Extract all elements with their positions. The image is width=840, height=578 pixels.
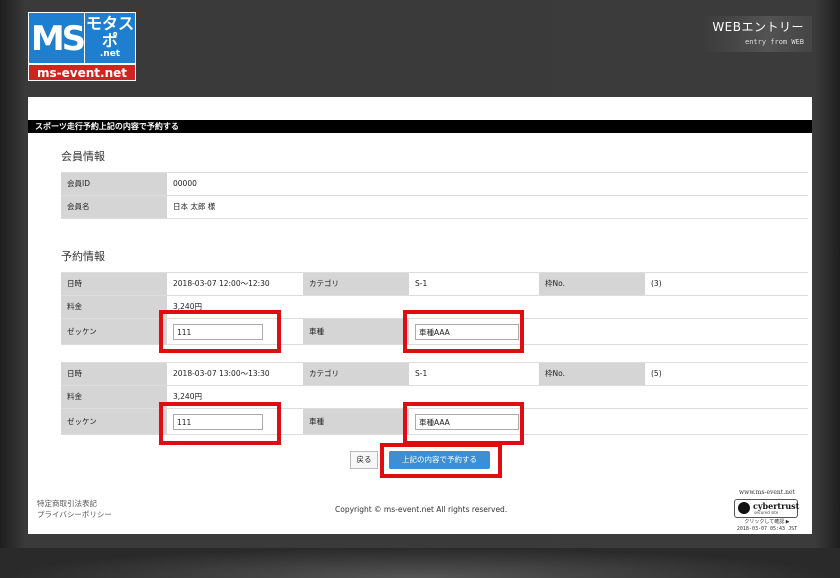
content-panel: スポーツ走行予約上記の内容で予約する 会員情報 会員ID 00000 会員名 日…	[28, 97, 812, 534]
page-background-glow	[0, 548, 840, 578]
submit-reservation-button[interactable]: 上記の内容で予約する	[389, 451, 490, 469]
date-value: 2018-03-07 12:00〜12:30	[167, 272, 303, 296]
bib-label: ゼッケン	[61, 318, 167, 345]
date-value: 2018-03-07 13:00〜13:30	[167, 362, 303, 386]
back-button[interactable]: 戻る	[350, 451, 378, 469]
fee-label: 料金	[61, 385, 167, 409]
seal-logo-icon	[738, 502, 750, 514]
logo-domain: ms-event.net	[28, 64, 136, 81]
member-id-value: 00000	[167, 172, 808, 196]
cybertrust-seal[interactable]: www.ms-event.net cybertrust secured site…	[728, 489, 806, 532]
seal-url: www.ms-event.net	[739, 489, 795, 496]
logo-jp: モタスポ .net	[84, 12, 136, 64]
category-value: S-1	[409, 362, 539, 386]
table-row: 会員名 日本 太郎 様	[61, 195, 808, 219]
table-row: 会員ID 00000	[61, 172, 808, 196]
web-entry-subtitle: entry from WEB	[744, 38, 804, 46]
member-name-value: 日本 太郎 様	[167, 195, 808, 219]
seal-badge: cybertrust secured site	[734, 499, 799, 518]
logo-net: .net	[99, 49, 121, 59]
table-row: 日時 2018-03-07 12:00〜12:30 カテゴリ S-1 枠No. …	[61, 272, 808, 296]
logo-jp-text: モタスポ	[85, 14, 134, 50]
category-label: カテゴリ	[303, 362, 409, 386]
category-label: カテゴリ	[303, 272, 409, 296]
bib-label: ゼッケン	[61, 408, 167, 435]
link-privacy-policy[interactable]: プライバシーポリシー	[37, 509, 112, 520]
copyright-text: Copyright © ms-event.net All rights rese…	[335, 505, 508, 514]
reservation-info-heading: 予約情報	[61, 250, 105, 263]
highlight-car-2	[403, 402, 524, 445]
member-name-label: 会員名	[61, 195, 167, 219]
seal-sub: secured site	[754, 510, 779, 515]
slot-value: (5)	[645, 362, 808, 386]
web-entry-badge: WEBエントリー entry from WEB	[692, 16, 812, 52]
date-label: 日時	[61, 362, 167, 386]
highlight-car-1	[403, 310, 524, 353]
highlight-bib-2	[159, 402, 281, 445]
slot-label: 枠No.	[539, 272, 645, 296]
site-logo[interactable]: MS モタスポ .net ms-event.net	[28, 12, 136, 81]
member-id-label: 会員ID	[61, 172, 167, 196]
slot-value: (3)	[645, 272, 808, 296]
seal-click: クリックして確認 ▶	[744, 519, 790, 525]
car-label: 車種	[303, 318, 409, 345]
table-row: 日時 2018-03-07 13:00〜13:30 カテゴリ S-1 枠No. …	[61, 362, 808, 386]
fee-label: 料金	[61, 295, 167, 319]
member-info-heading: 会員情報	[61, 150, 105, 163]
member-info-table: 会員ID 00000 会員名 日本 太郎 様	[61, 172, 808, 219]
page-title: スポーツ走行予約上記の内容で予約する	[28, 120, 812, 133]
footer-links: 特定商取引法表記 プライバシーポリシー	[37, 498, 112, 520]
link-commercial-law[interactable]: 特定商取引法表記	[37, 498, 112, 509]
category-value: S-1	[409, 272, 539, 296]
logo-ms: MS	[28, 12, 86, 64]
web-entry-title: WEBエントリー	[712, 20, 804, 34]
car-label: 車種	[303, 408, 409, 435]
date-label: 日時	[61, 272, 167, 296]
seal-date: 2018-03-07 05:43 JST	[736, 526, 798, 532]
highlight-bib-1	[159, 310, 281, 353]
slot-label: 枠No.	[539, 362, 645, 386]
